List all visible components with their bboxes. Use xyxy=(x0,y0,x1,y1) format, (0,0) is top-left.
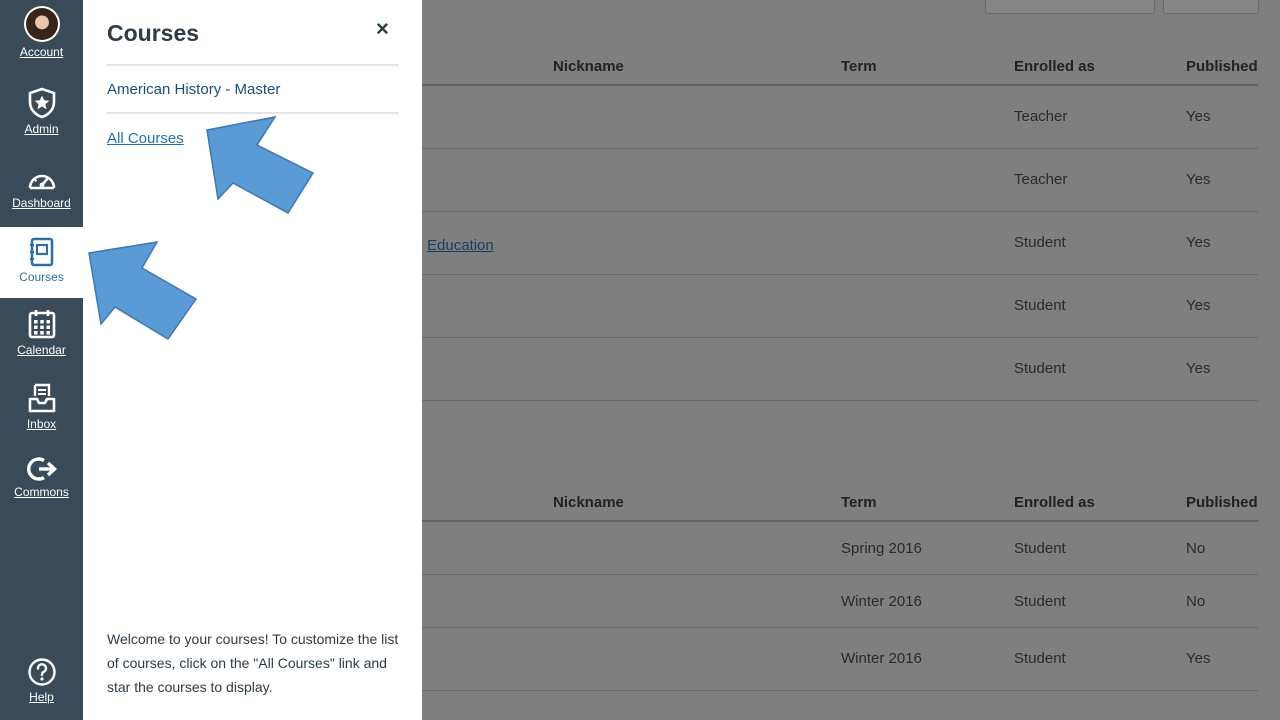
table1-row1-enrolled: Teacher xyxy=(1014,108,1068,125)
table1-row-divider xyxy=(422,400,1258,401)
table2-row2-published: No xyxy=(1186,593,1206,610)
table1-header-nickname[interactable]: Nickname xyxy=(553,58,624,75)
table1-header-enrolled[interactable]: Enrolled as xyxy=(1014,58,1095,75)
table1-header-term[interactable]: Term xyxy=(841,58,877,75)
table1-row5-enrolled: Student xyxy=(1014,360,1066,377)
table1-row3-published: Yes xyxy=(1186,234,1211,251)
table1-row1-published: Yes xyxy=(1186,108,1211,125)
nav-courses-label: Courses xyxy=(19,270,64,284)
table1-row2-published: Yes xyxy=(1186,171,1211,188)
nav-admin-label: Admin xyxy=(24,122,59,136)
nav-commons[interactable]: Commons xyxy=(0,456,83,499)
avatar-icon xyxy=(23,6,60,42)
table2-header-divider xyxy=(422,520,1258,522)
table2-row1-term: Spring 2016 xyxy=(841,540,922,557)
table2-header-nickname[interactable]: Nickname xyxy=(553,494,624,511)
table2-header-enrolled[interactable]: Enrolled as xyxy=(1014,494,1095,511)
nav-calendar[interactable]: Calendar xyxy=(0,308,83,357)
table2-row3-published: Yes xyxy=(1186,650,1211,667)
nav-commons-label: Commons xyxy=(14,485,69,499)
nav-dashboard[interactable]: Dashboard xyxy=(0,167,83,210)
shield-star-icon xyxy=(28,87,55,119)
table2-row-divider xyxy=(422,690,1258,691)
book-icon xyxy=(29,237,53,267)
table1-header-published[interactable]: Published xyxy=(1186,58,1258,75)
table1-row2-enrolled: Teacher xyxy=(1014,171,1068,188)
all-courses-link[interactable]: All Courses xyxy=(107,130,184,147)
help-icon xyxy=(27,658,56,686)
table2-row1-enrolled: Student xyxy=(1014,540,1066,557)
nav-account[interactable]: Account xyxy=(0,6,83,59)
tray-divider xyxy=(107,64,399,66)
table1-row4-enrolled: Student xyxy=(1014,297,1066,314)
course-link-american-history[interactable]: American History - Master xyxy=(107,81,280,98)
top-action-button-2[interactable] xyxy=(1163,0,1259,14)
nav-courses[interactable]: Courses xyxy=(0,227,83,298)
table2-row3-enrolled: Student xyxy=(1014,650,1066,667)
top-action-button[interactable] xyxy=(985,0,1155,14)
inbox-icon xyxy=(28,383,55,413)
course-name-link[interactable]: Education xyxy=(427,237,494,254)
table1-row3-enrolled: Student xyxy=(1014,234,1066,251)
commons-icon xyxy=(26,457,57,481)
nav-help-label: Help xyxy=(29,690,54,704)
table2-row-divider xyxy=(422,574,1258,575)
table1-row-divider xyxy=(422,337,1258,338)
nav-help[interactable]: Help xyxy=(0,657,83,704)
nav-dashboard-label: Dashboard xyxy=(12,196,71,210)
table1-row5-published: Yes xyxy=(1186,360,1211,377)
table1-row-divider xyxy=(422,211,1258,212)
table2-row3-term: Winter 2016 xyxy=(841,650,922,667)
tray-help-text: Welcome to your courses! To customize th… xyxy=(107,631,399,695)
close-icon[interactable]: × xyxy=(376,16,389,42)
courses-page-content: Nickname Term Enrolled as Published Teac… xyxy=(422,0,1280,720)
tray-title: Courses xyxy=(107,20,200,46)
courses-tray: Courses × American History - Master All … xyxy=(83,0,422,720)
table2-header-published[interactable]: Published xyxy=(1186,494,1258,511)
calendar-icon xyxy=(28,310,55,339)
nav-calendar-label: Calendar xyxy=(17,343,66,357)
tray-divider xyxy=(107,112,399,114)
table1-row4-published: Yes xyxy=(1186,297,1211,314)
table1-header-divider xyxy=(422,84,1258,86)
global-navigation: Account Admin Dashboard Courses Calendar… xyxy=(0,0,83,720)
table2-row1-published: No xyxy=(1186,540,1206,557)
speedometer-icon xyxy=(28,174,55,190)
table2-row2-term: Winter 2016 xyxy=(841,593,922,610)
nav-account-label: Account xyxy=(19,45,64,59)
table2-row2-enrolled: Student xyxy=(1014,593,1066,610)
nav-inbox-label: Inbox xyxy=(26,417,57,431)
table2-header-term[interactable]: Term xyxy=(841,494,877,511)
table2-row-divider xyxy=(422,627,1258,628)
nav-admin[interactable]: Admin xyxy=(0,87,83,136)
table1-row-divider xyxy=(422,274,1258,275)
nav-inbox[interactable]: Inbox xyxy=(0,382,83,431)
table1-row-divider xyxy=(422,148,1258,149)
